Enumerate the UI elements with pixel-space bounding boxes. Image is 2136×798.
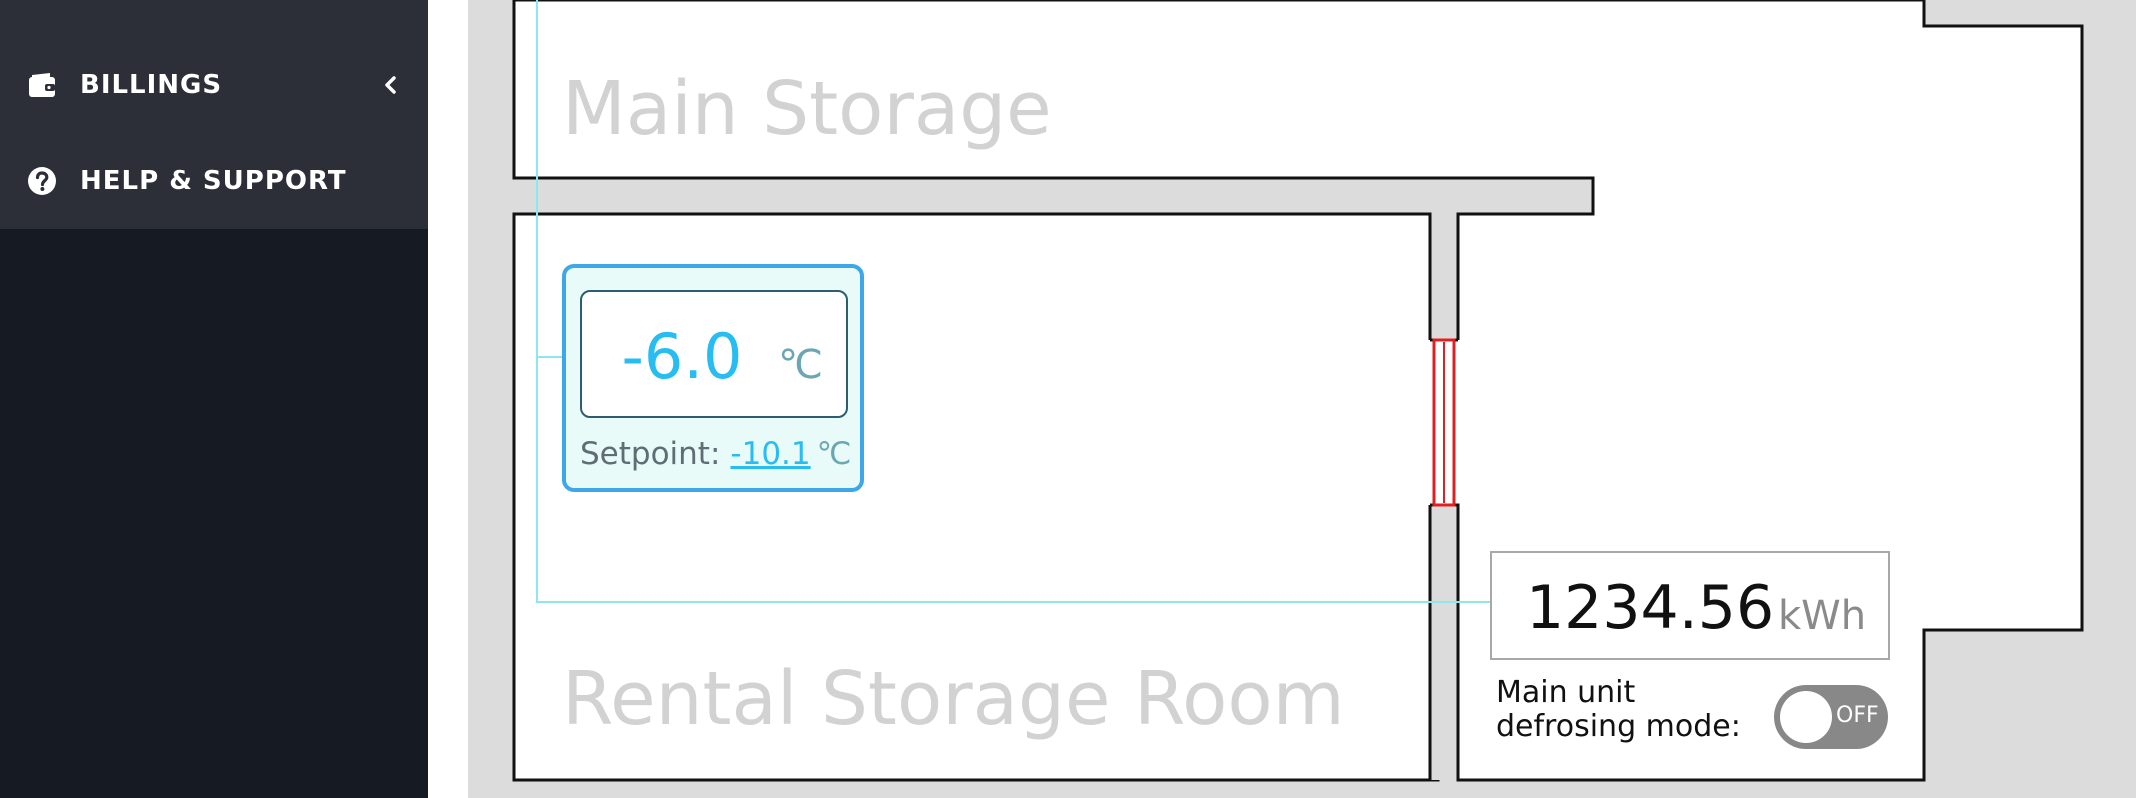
temperature-unit: ℃ <box>778 342 823 388</box>
room-label-main-storage: Main Storage <box>562 66 1052 152</box>
wallet-icon <box>29 73 55 97</box>
temperature-display: -6.0 ℃ <box>580 290 848 418</box>
sidebar-item-billings[interactable]: BILLINGS <box>0 50 428 120</box>
energy-unit: kWh <box>1778 593 1867 639</box>
sidebar-item-help-support[interactable]: HELP & SUPPORT <box>0 146 428 216</box>
toggle-knob <box>1780 691 1832 743</box>
setpoint-row: Setpoint: -10.1 ℃ <box>580 436 851 472</box>
setpoint-value-link[interactable]: -10.1 <box>730 436 810 472</box>
setpoint-unit: ℃ <box>816 436 852 472</box>
setpoint-label: Setpoint: <box>580 436 721 472</box>
room-label-rental-storage: Rental Storage Room <box>562 656 1345 742</box>
question-circle-icon <box>28 167 56 195</box>
defrost-mode-label: Main unit defrosing mode: <box>1496 676 1786 744</box>
defrost-label-line1: Main unit <box>1496 675 1636 710</box>
sidebar: BILLINGS HELP & SUPPORT <box>0 0 428 798</box>
defrost-label-line2: defrosing mode: <box>1496 709 1741 744</box>
temperature-sensor-widget[interactable]: -6.0 ℃ Setpoint: -10.1 ℃ <box>562 264 864 492</box>
temperature-value: -6.0 <box>621 320 743 393</box>
toggle-state-text: OFF <box>1836 703 1879 728</box>
energy-meter-display: 1234.56 kWh <box>1490 551 1890 660</box>
chevron-left-icon[interactable] <box>380 74 402 96</box>
sidebar-item-label: HELP & SUPPORT <box>80 166 347 196</box>
sidebar-menu: BILLINGS HELP & SUPPORT <box>0 0 428 229</box>
sidebar-item-label: BILLINGS <box>80 70 223 100</box>
defrost-mode-toggle[interactable]: OFF <box>1774 685 1888 749</box>
energy-value: 1234.56 <box>1526 573 1775 643</box>
